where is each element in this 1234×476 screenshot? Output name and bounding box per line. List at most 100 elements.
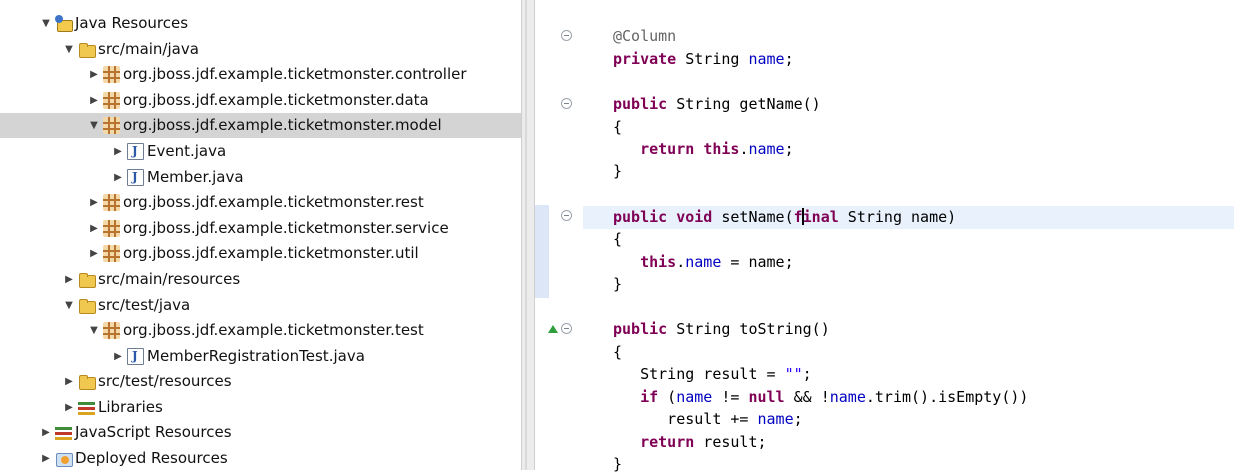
tree-item-package-service[interactable]: ▶ org.jboss.jdf.example.ticketmonster.ser… xyxy=(0,216,609,241)
code-line[interactable]: } xyxy=(613,160,622,183)
code-token: != xyxy=(712,388,749,406)
fold-toggle-icon[interactable] xyxy=(561,98,572,109)
expand-arrow-icon[interactable]: ▼ xyxy=(63,44,75,55)
tree-item-src-test-java[interactable]: ▼ src/test/java xyxy=(0,293,584,318)
tree-item-package-model[interactable]: ▼ org.jboss.jdf.example.ticketmonster.mod… xyxy=(0,113,609,138)
code-token: ; xyxy=(784,140,794,158)
code-line[interactable]: private String name; xyxy=(613,48,794,71)
code-line[interactable]: } xyxy=(613,453,622,476)
panel-splitter[interactable] xyxy=(521,0,535,470)
tree-item-deployed-resources[interactable]: ▶ Deployed Resources xyxy=(0,446,561,471)
tree-item-java-resources[interactable]: ▼ Java Resources xyxy=(0,11,561,36)
tree-item-package-rest[interactable]: ▶ org.jboss.jdf.example.ticketmonster.res… xyxy=(0,190,609,215)
code-line[interactable]: { xyxy=(613,116,622,139)
expand-arrow-icon[interactable]: ▼ xyxy=(40,18,52,29)
tree-item-package-test[interactable]: ▼ org.jboss.jdf.example.ticketmonster.tes… xyxy=(0,318,609,343)
collapse-arrow-icon[interactable]: ▶ xyxy=(40,453,52,464)
package-icon xyxy=(103,92,120,109)
collapse-arrow-icon[interactable]: ▶ xyxy=(112,351,124,362)
fold-toggle-icon[interactable] xyxy=(561,323,572,334)
tree-item-javascript-resources[interactable]: ▶ JavaScript Resources xyxy=(0,420,561,445)
code-line[interactable]: return this.name; xyxy=(613,138,794,161)
code-line[interactable]: public String toString() xyxy=(613,318,830,341)
code-token: { xyxy=(613,118,623,136)
code-token: { xyxy=(613,343,623,361)
collapse-arrow-icon[interactable]: ▶ xyxy=(40,427,52,438)
code-token: public xyxy=(613,95,668,113)
collapse-arrow-icon[interactable]: ▶ xyxy=(112,172,124,183)
code-token: result += xyxy=(613,410,758,428)
package-icon xyxy=(103,194,120,211)
collapse-arrow-icon[interactable]: ▶ xyxy=(88,248,100,259)
code-line[interactable]: if (name != null && !name.trim().isEmpty… xyxy=(613,386,1028,409)
expand-arrow-icon[interactable]: ▼ xyxy=(88,120,100,131)
source-folder-icon xyxy=(78,297,96,314)
override-marker-icon[interactable] xyxy=(548,325,558,333)
code-token: } xyxy=(613,455,623,473)
tree-item-libraries[interactable]: ▶ Libraries xyxy=(0,395,584,420)
code-line[interactable]: } xyxy=(613,273,622,296)
java-file-icon xyxy=(127,169,144,186)
tree-item-src-test-resources[interactable]: ▶ src/test/resources xyxy=(0,369,584,394)
code-line[interactable]: this.name = name; xyxy=(613,251,794,274)
expand-arrow-icon[interactable]: ▼ xyxy=(63,300,75,311)
package-icon xyxy=(103,322,120,339)
code-line[interactable]: result += name; xyxy=(613,408,803,431)
code-token: result; xyxy=(694,433,767,451)
code-line[interactable]: public void setName(final String name) xyxy=(613,206,956,229)
source-folder-icon xyxy=(78,41,96,58)
code-token: this xyxy=(640,253,677,271)
collapse-arrow-icon[interactable]: ▶ xyxy=(88,223,100,234)
tree-item-src-main-java[interactable]: ▼ src/main/java xyxy=(0,37,584,62)
code-editor[interactable]: @Column private String name; public Stri… xyxy=(535,0,1234,473)
tree-item-src-main-resources[interactable]: ▶ src/main/resources xyxy=(0,267,584,292)
code-line[interactable]: public String getName() xyxy=(613,93,821,116)
code-token: if xyxy=(640,388,659,406)
collapse-arrow-icon[interactable]: ▶ xyxy=(88,69,100,80)
expand-arrow-icon[interactable]: ▼ xyxy=(88,325,100,336)
code-token: private xyxy=(613,50,677,68)
code-token: name xyxy=(748,50,785,68)
code-token: ; xyxy=(784,50,794,68)
code-line[interactable]: return result; xyxy=(613,431,767,454)
code-token: { xyxy=(613,230,623,248)
collapse-arrow-icon[interactable]: ▶ xyxy=(63,402,75,413)
fold-toggle-icon[interactable] xyxy=(561,210,572,221)
code-token: @Column xyxy=(613,27,677,45)
tree-item-package-controller[interactable]: ▶ org.jboss.jdf.example.ticketmonster.con… xyxy=(0,62,609,87)
code-token: "" xyxy=(784,365,803,383)
source-folder-icon xyxy=(78,271,96,288)
code-line[interactable]: @Column xyxy=(613,25,676,48)
collapse-arrow-icon[interactable]: ▶ xyxy=(112,146,124,157)
code-token: this xyxy=(703,140,740,158)
java-file-icon xyxy=(127,143,144,160)
code-token: name xyxy=(685,253,722,271)
collapse-arrow-icon[interactable]: ▶ xyxy=(63,274,75,285)
project-explorer-tree: ▼ Java Resources ▼ src/main/java ▶ org.jbos… xyxy=(0,0,609,470)
collapse-arrow-icon[interactable]: ▶ xyxy=(63,376,75,387)
code-line[interactable]: { xyxy=(613,228,622,251)
package-icon xyxy=(103,66,120,83)
project-icon xyxy=(55,15,73,32)
code-token: } xyxy=(613,162,623,180)
tree-item-package-data[interactable]: ▶ org.jboss.jdf.example.ticketmonster.dat… xyxy=(0,88,609,113)
code-token: public xyxy=(613,320,668,338)
code-line[interactable]: { xyxy=(613,341,622,364)
code-token: ( xyxy=(658,388,677,406)
fold-toggle-icon[interactable] xyxy=(561,30,572,41)
collapse-arrow-icon[interactable]: ▶ xyxy=(88,95,100,106)
code-token: ; xyxy=(802,365,812,383)
java-file-icon xyxy=(127,348,144,365)
code-token: . xyxy=(676,253,686,271)
code-token: String name) xyxy=(838,208,957,226)
code-token: null xyxy=(748,388,785,406)
code-token: setName( xyxy=(712,208,794,226)
code-line[interactable]: String result = ""; xyxy=(613,363,812,386)
package-icon xyxy=(103,117,120,134)
tree-item-package-util[interactable]: ▶ org.jboss.jdf.example.ticketmonster.uti… xyxy=(0,241,609,266)
code-token: return xyxy=(640,433,695,451)
collapse-arrow-icon[interactable]: ▶ xyxy=(88,197,100,208)
code-token: ; xyxy=(793,410,803,428)
